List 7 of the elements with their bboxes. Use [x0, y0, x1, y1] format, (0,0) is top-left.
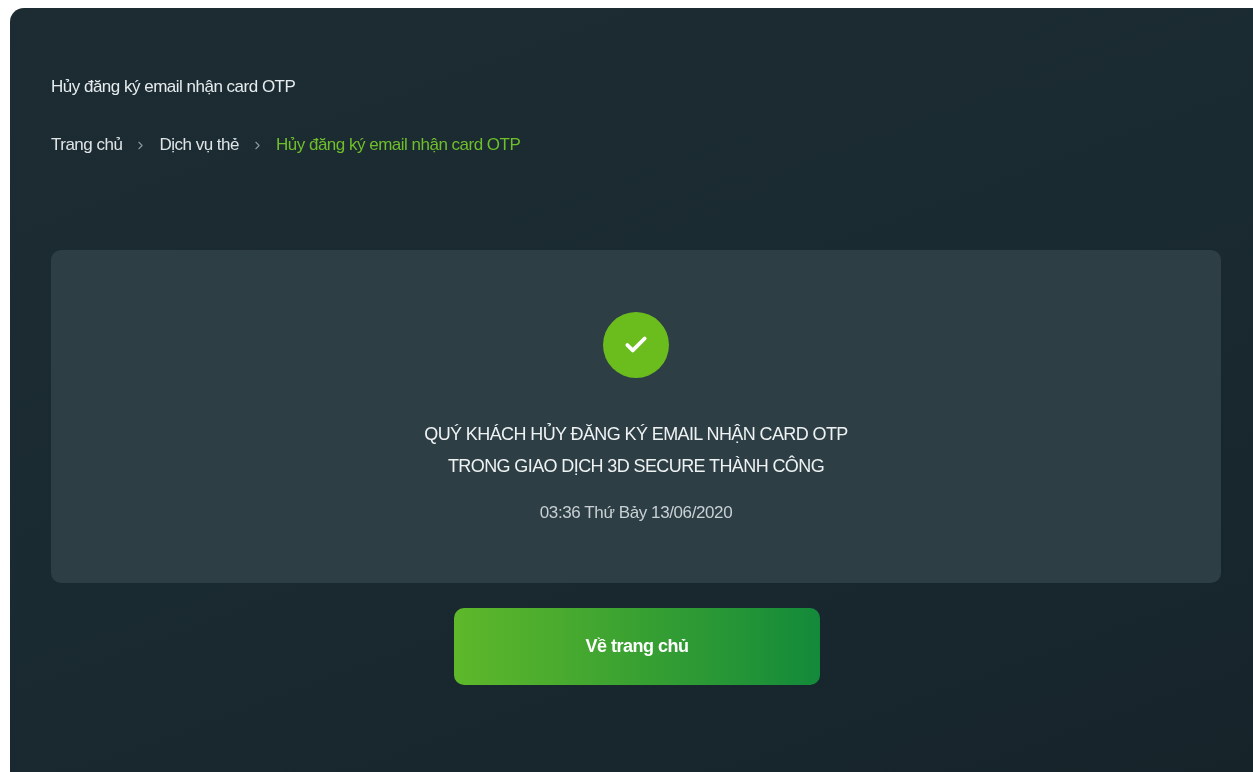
- breadcrumb-link[interactable]: Hủy đăng ký email nhận card OTP: [275, 134, 521, 156]
- result-message: QUÝ KHÁCH HỦY ĐĂNG KÝ EMAIL NHẬN CARD OTP: [424, 422, 848, 446]
- result-message: TRONG GIAO DỊCH 3D SECURE THÀNH CÔNG: [447, 454, 825, 478]
- result-datetime: 03:36 Thứ Bảy 13/06/2020: [539, 502, 733, 524]
- breadcrumb-link[interactable]: Trang chủ: [51, 134, 123, 156]
- breadcrumb-link[interactable]: Dịch vụ thẻ: [159, 134, 239, 156]
- page-title: Hủy đăng ký email nhận card OTP: [51, 76, 296, 98]
